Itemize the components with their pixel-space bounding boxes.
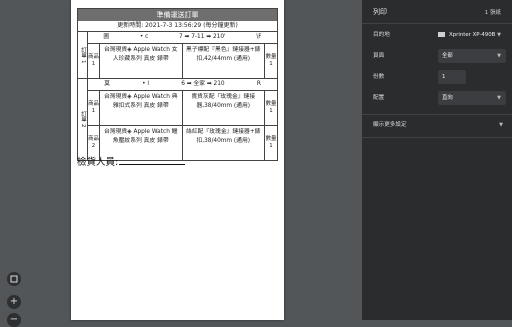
- printer-icon: [438, 32, 445, 37]
- divider: [362, 114, 512, 115]
- sheet-title: 準備運送訂單: [78, 9, 277, 21]
- item-qty: 數量 1: [265, 136, 277, 149]
- item-qty: 數量 1: [265, 101, 277, 114]
- order-label: 訂單 1: [78, 32, 88, 78]
- item-spec: 絲紅配『玫瑰金』鏈接器+錶扣,38/40mm (通用): [183, 126, 265, 160]
- order-header: 圖 • c 7 ➡ 7-11 ➡ 210' \F: [88, 32, 277, 44]
- preview-page: 準備運送訂單 更新時間: 2021-7-3 13:56:29 (每分鐘更新) 訂…: [71, 0, 284, 320]
- destination-value: Xprinter XP-490B: [449, 32, 496, 38]
- layout-row: 配置 直向 ▼: [373, 91, 506, 105]
- item-qty: 數量 1: [265, 54, 277, 67]
- order-item-row: 商品 1 台灣現貨◈ Apple Watch 女人珍藏系列 真皮 錶帶 黑子標配…: [88, 44, 277, 78]
- order-header-cell: R: [256, 81, 261, 87]
- destination-select[interactable]: Xprinter XP-490B ▼: [438, 28, 506, 42]
- chevron-down-icon: ▼: [497, 32, 501, 38]
- item-name: 台灣現貨◈ Apple Watch 典雅扣式系列 真皮 錶帶: [100, 91, 183, 125]
- panel-title: 列印: [373, 8, 387, 16]
- print-settings-panel: 列印 1 張紙 目的地 Xprinter XP-490B ▼ 頁面 全部 ▼ 份…: [362, 0, 512, 320]
- more-settings-toggle[interactable]: 顯示更多設定 ▼: [373, 120, 503, 130]
- order-header-cell: \F: [256, 34, 262, 40]
- print-preview-area: 準備運送訂單 更新時間: 2021-7-3 13:56:29 (每分鐘更新) 訂…: [0, 0, 362, 327]
- fit-to-page-icon[interactable]: [7, 272, 21, 286]
- zoom-in-icon[interactable]: +: [7, 295, 21, 309]
- order-label: 訂單 2: [78, 79, 88, 160]
- pages-label: 頁面: [373, 53, 385, 59]
- chevron-down-icon: ▼: [499, 122, 503, 128]
- order-header-cell: 圖: [103, 34, 110, 40]
- chevron-down-icon: ▼: [497, 53, 501, 59]
- destination-label: 目的地: [373, 32, 390, 38]
- order-block: 訂單 1 圖 • c 7 ➡ 7-11 ➡ 210' \F 商品 1 台灣現貨◈…: [78, 32, 277, 79]
- divider: [362, 137, 512, 138]
- update-time: 更新時間: 2021-7-3 13:56:29 (每分鐘更新): [78, 21, 277, 32]
- item-spec: 賣貨灰配『玫瑰金』鏈接器,38/40mm (通用): [183, 91, 265, 125]
- item-label: 商品 1: [88, 91, 100, 125]
- layout-select[interactable]: 直向 ▼: [438, 91, 506, 105]
- copies-label: 份數: [373, 74, 385, 80]
- item-label: 商品 1: [88, 44, 100, 78]
- order-header-cell: 莫: [104, 81, 110, 87]
- pages-select[interactable]: 全部 ▼: [438, 49, 506, 63]
- pages-value: 全部: [442, 53, 453, 59]
- order-item-row: 商品 1 台灣現貨◈ Apple Watch 典雅扣式系列 真皮 錶帶 賣貨灰配…: [88, 91, 277, 126]
- copies-input[interactable]: 1: [438, 70, 466, 84]
- item-spec: 黑子標配『黑色』鏈接器+錶扣,42/44mm (通用): [183, 44, 265, 78]
- pages-row: 頁面 全部 ▼: [373, 49, 506, 63]
- layout-value: 直向: [442, 95, 453, 101]
- chevron-down-icon: ▼: [497, 95, 501, 101]
- sheet-count: 1 張紙: [484, 10, 501, 16]
- inspector-label: 檢貨人員:: [77, 157, 119, 168]
- more-settings-label: 顯示更多設定: [373, 122, 407, 128]
- layout-label: 配置: [373, 95, 385, 101]
- order-block: 訂單 2 莫 • l 6 ➡ 全家 ➡ 210 R 商品 1 台灣現貨◈ App…: [78, 79, 277, 160]
- zoom-out-icon[interactable]: −: [7, 313, 21, 327]
- destination-row: 目的地 Xprinter XP-490B ▼: [373, 28, 503, 42]
- divider: [362, 23, 512, 24]
- inspector-signature: 檢貨人員:: [77, 154, 186, 168]
- order-header-cell: • c: [139, 34, 149, 40]
- order-sheet: 準備運送訂單 更新時間: 2021-7-3 13:56:29 (每分鐘更新) 訂…: [77, 8, 278, 161]
- item-name: 台灣現貨◈ Apple Watch 女人珍藏系列 真皮 錶帶: [100, 44, 183, 78]
- order-header-cell: 6 ➡ 全家 ➡ 210: [181, 81, 225, 87]
- order-header: 莫 • l 6 ➡ 全家 ➡ 210 R: [88, 79, 277, 91]
- order-header-cell: 7 ➡ 7-11 ➡ 210': [179, 34, 226, 40]
- signature-line: [119, 164, 186, 165]
- copies-row: 份數 1: [373, 70, 503, 84]
- order-header-cell: • l: [142, 81, 149, 87]
